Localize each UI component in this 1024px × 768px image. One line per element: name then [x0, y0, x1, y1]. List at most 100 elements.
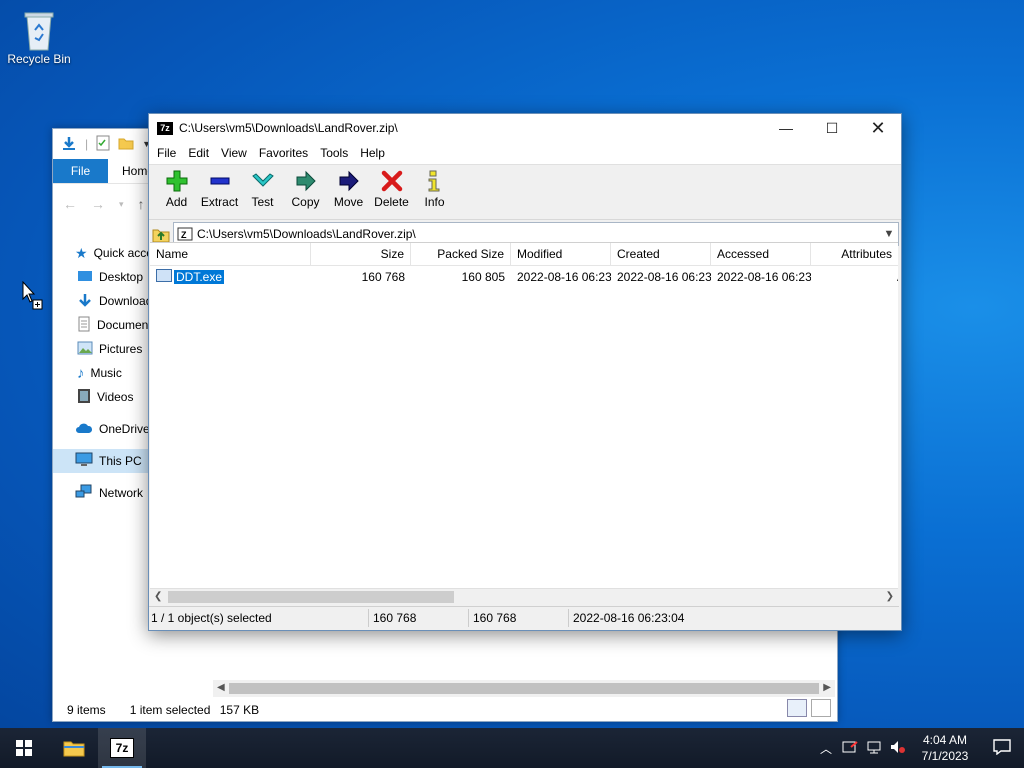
recycle-bin-label: Recycle Bin	[7, 52, 71, 66]
volume-muted-icon[interactable]	[886, 740, 910, 757]
move-arrow-icon	[337, 169, 361, 193]
nav-label: Documents	[97, 318, 151, 332]
delete-button[interactable]: Delete	[370, 169, 413, 209]
nav-label: This PC	[99, 454, 142, 468]
add-button[interactable]: Add	[155, 169, 198, 209]
selection-size: 157 KB	[219, 703, 260, 717]
checklist-icon[interactable]	[96, 135, 110, 154]
status-date: 2022-08-16 06:23:04	[573, 611, 685, 625]
menu-edit[interactable]: Edit	[182, 146, 215, 160]
taskbar-file-explorer[interactable]	[50, 728, 98, 768]
minus-icon	[208, 169, 232, 193]
scroll-thumb[interactable]	[168, 591, 454, 603]
scroll-left-arrow-icon[interactable]: ❮	[154, 589, 162, 605]
taskbar-7zip[interactable]: 7z	[98, 728, 146, 768]
plus-icon	[165, 169, 189, 193]
column-accessed[interactable]: Accessed	[711, 243, 811, 265]
column-modified[interactable]: Modified	[511, 243, 611, 265]
nav-item-music[interactable]: ♪ Music	[53, 361, 151, 385]
menu-file[interactable]: File	[151, 146, 182, 160]
menu-view[interactable]: View	[215, 146, 253, 160]
nav-item-this-pc[interactable]: This PC	[53, 449, 151, 473]
archive-file-list[interactable]: Name Size Packed Size Modified Created A…	[150, 242, 898, 589]
clock-time: 4:04 AM	[922, 733, 968, 747]
chevron-down-icon[interactable]: ▼	[880, 228, 898, 240]
folder-icon	[63, 741, 85, 757]
menu-help[interactable]: Help	[354, 146, 391, 160]
nav-label: Network	[99, 486, 144, 500]
nav-item-videos[interactable]: Videos	[53, 385, 151, 409]
nav-item-documents[interactable]: Documents	[53, 313, 151, 337]
path-text: C:\Users\vm5\Downloads\LandRover.zip\	[197, 227, 416, 241]
picture-icon	[77, 341, 93, 358]
back-arrow-icon[interactable]: ←	[63, 196, 77, 212]
document-icon	[77, 316, 91, 335]
nav-item-network[interactable]: Network	[53, 481, 151, 505]
copy-button[interactable]: Copy	[284, 169, 327, 209]
nav-item-desktop[interactable]: Desktop	[53, 265, 151, 289]
recycle-bin-shortcut[interactable]: Recycle Bin	[6, 8, 72, 66]
copy-label: Copy	[291, 195, 320, 209]
column-packed-size[interactable]: Packed Size	[411, 243, 511, 265]
maximize-button[interactable]: ☐	[809, 114, 855, 142]
clock-date: 7/1/2023	[921, 749, 969, 763]
menu-tools[interactable]: Tools	[314, 146, 354, 160]
taskbar: 7z ︿ 4:04 AM 7/1/2023	[0, 728, 1024, 768]
properties-arrow-icon[interactable]	[61, 135, 77, 154]
recent-dropdown-icon[interactable]: ▾	[119, 199, 124, 210]
add-label: Add	[165, 195, 188, 209]
checkmark-icon	[251, 169, 275, 193]
clock[interactable]: 4:04 AM 7/1/2023	[910, 732, 980, 764]
exe-file-icon	[156, 269, 172, 282]
nav-item-pictures[interactable]: Pictures	[53, 337, 151, 361]
column-created[interactable]: Created	[611, 243, 711, 265]
up-folder-button[interactable]	[149, 225, 173, 243]
extract-button[interactable]: Extract	[198, 169, 241, 209]
7zip-title-bar[interactable]: 7z C:\Users\vm5\Downloads\LandRover.zip\…	[149, 114, 901, 142]
scroll-left-arrow-icon[interactable]: ◀	[217, 680, 225, 696]
column-size[interactable]: Size	[311, 243, 411, 265]
scroll-right-arrow-icon[interactable]: ▶	[823, 680, 831, 696]
column-name[interactable]: Name	[150, 243, 311, 265]
forward-arrow-icon[interactable]: →	[91, 196, 105, 212]
scroll-right-arrow-icon[interactable]: ❯	[886, 589, 894, 605]
recycle-bin-icon	[21, 8, 57, 52]
new-folder-icon[interactable]	[118, 136, 134, 153]
windows-logo-icon	[16, 740, 32, 756]
list-header: Name Size Packed Size Modified Created A…	[150, 243, 898, 266]
scroll-thumb[interactable]	[229, 683, 819, 694]
item-count: 9 items	[67, 703, 106, 717]
move-button[interactable]: Move	[327, 169, 370, 209]
notification-center-icon[interactable]	[980, 738, 1024, 758]
large-icons-view-icon[interactable]	[811, 699, 831, 717]
up-folder-icon	[152, 229, 170, 243]
nav-label: Desktop	[99, 270, 144, 284]
nav-item-downloads[interactable]: Downloads	[53, 289, 151, 313]
ribbon-file-tab[interactable]: File	[53, 159, 108, 183]
explorer-view-toggles	[787, 699, 831, 717]
nav-item-onedrive[interactable]: OneDrive	[53, 417, 151, 441]
7zip-window[interactable]: 7z C:\Users\vm5\Downloads\LandRover.zip\…	[148, 113, 902, 631]
menu-favorites[interactable]: Favorites	[253, 146, 314, 160]
modified-cell: 2022-08-16 06:23	[517, 270, 611, 284]
minimize-button[interactable]: —	[763, 114, 809, 142]
security-icon[interactable]	[838, 740, 862, 757]
test-label: Test	[251, 195, 274, 209]
list-horizontal-scrollbar[interactable]: ❮ ❯	[150, 588, 898, 605]
copy-arrow-icon	[294, 169, 318, 193]
table-row[interactable]: DDT.exe 160 768 160 805 2022-08-16 06:23…	[150, 266, 898, 288]
column-attributes[interactable]: Attributes	[811, 243, 898, 265]
start-button[interactable]	[0, 728, 48, 768]
explorer-horizontal-scrollbar[interactable]: ◀ ▶	[213, 680, 835, 697]
7zip-status-bar: 1 / 1 object(s) selected 160 768 160 768…	[149, 606, 899, 629]
info-button[interactable]: Info	[413, 169, 456, 209]
packed-size-cell: 160 805	[461, 270, 505, 284]
network-status-icon[interactable]	[862, 740, 886, 757]
details-view-icon[interactable]	[787, 699, 807, 717]
test-button[interactable]: Test	[241, 169, 284, 209]
up-arrow-icon[interactable]: ↑	[138, 196, 145, 212]
close-button[interactable]: ✕	[855, 114, 901, 142]
nav-label: Pictures	[99, 342, 143, 356]
nav-item-quick-access[interactable]: ★ Quick access	[53, 241, 151, 265]
chevron-up-icon[interactable]: ︿	[814, 740, 838, 757]
